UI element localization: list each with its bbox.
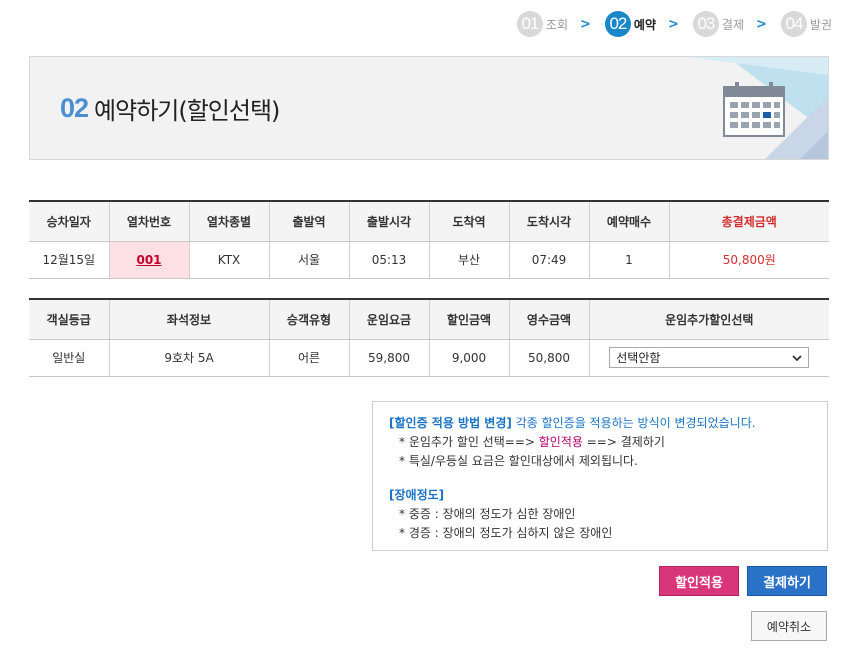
chevron-right-icon: > <box>668 16 679 32</box>
total-amount: 50,800원 <box>669 241 829 279</box>
table-row: 12월15일 001 KTX 서울 05:13 부산 07:49 1 50,80… <box>29 241 829 279</box>
calendar-icon <box>723 82 785 137</box>
passenger-type: 어른 <box>269 339 350 377</box>
notice-text: * 운임추가 할인 선택==> <box>399 435 539 449</box>
pay-button[interactable]: 결제하기 <box>747 566 827 596</box>
step-number: 04 <box>780 11 807 37</box>
column-header: 출발역 <box>269 200 350 242</box>
apply-discount-button[interactable]: 할인적용 <box>659 566 739 596</box>
notice-box: [할인증 적용 방법 변경] 각종 할인증을 적용하는 방식이 변경되었습니다.… <box>372 401 828 551</box>
departure-station: 서울 <box>269 241 350 279</box>
cancel-reservation-button[interactable]: 예약취소 <box>751 611 827 641</box>
notice-line: * 중증 : 장애의 정도가 심한 장애인 <box>399 507 576 521</box>
column-header: 좌석정보 <box>109 298 270 340</box>
additional-discount-select[interactable]: 선택안함 <box>609 347 810 368</box>
notice-highlight: 할인적용 <box>538 435 583 449</box>
step-number: 03 <box>692 11 719 37</box>
arrival-station: 부산 <box>429 241 510 279</box>
page-title-number: 02 <box>60 93 89 123</box>
reservation-table: 승차일자 열차번호 열차종별 출발역 출발시각 도착역 도착시각 예약매수 총결… <box>29 200 829 279</box>
arrival-time: 07:49 <box>509 241 590 279</box>
column-header: 운임요금 <box>349 298 430 340</box>
column-header: 운임추가할인선택 <box>589 298 829 340</box>
notice-heading-text: 각종 할인증을 적용하는 방식이 변경되었습니다. <box>511 416 756 430</box>
notice-heading: [할인증 적용 방법 변경] <box>389 416 512 430</box>
select-value: 선택안함 <box>616 351 661 365</box>
table-header-row: 승차일자 열차번호 열차종별 출발역 출발시각 도착역 도착시각 예약매수 총결… <box>29 200 829 242</box>
step-number: 01 <box>516 11 543 37</box>
fare-table: 객실등급 좌석정보 승객유형 운임요금 할인금액 영수금액 운임추가할인선택 일… <box>29 298 829 377</box>
chevron-right-icon: > <box>580 16 591 32</box>
column-header: 예약매수 <box>589 200 670 242</box>
column-header: 승객유형 <box>269 298 350 340</box>
notice-line: * 운임추가 할인 선택==> 할인적용 ==> 결제하기 <box>389 433 811 452</box>
train-type: KTX <box>189 241 270 279</box>
notice-line: * 경증 : 장애의 정도가 심하지 않은 장애인 <box>399 526 613 540</box>
boarding-date: 12월15일 <box>29 241 110 279</box>
step-label: 조회 <box>545 17 568 32</box>
step-ticketing: 04 발권 <box>780 11 832 37</box>
column-header: 객실등급 <box>29 298 110 340</box>
table-row: 일반실 9호차 5A 어른 59,800 9,000 50,800 선택안함 <box>29 339 829 377</box>
notice-text: ==> 결제하기 <box>582 435 665 449</box>
step-number: 02 <box>604 11 631 37</box>
step-label: 예약 <box>633 17 656 32</box>
discount-amount: 9,000 <box>429 339 510 377</box>
column-header: 열차번호 <box>109 200 190 242</box>
step-reserve: 02 예약 <box>604 11 656 37</box>
departure-time: 05:13 <box>349 241 430 279</box>
chevron-down-icon <box>792 354 802 361</box>
chevron-right-icon: > <box>756 16 767 32</box>
discount-select-cell: 선택안함 <box>589 339 829 377</box>
progress-steps: 01 조회 > 02 예약 > 03 결제 > 04 발권 <box>516 10 832 38</box>
fare-amount: 59,800 <box>349 339 430 377</box>
column-header: 열차종별 <box>189 200 270 242</box>
notice-line: * 특실/우등실 요금은 할인대상에서 제외됩니다. <box>399 454 638 468</box>
column-header: 출발시각 <box>349 200 430 242</box>
column-header: 할인금액 <box>429 298 510 340</box>
notice-line: [할인증 적용 방법 변경] 각종 할인증을 적용하는 방식이 변경되었습니다. <box>389 414 811 433</box>
column-header: 도착역 <box>429 200 510 242</box>
page-title-text: 예약하기(할인선택) <box>94 97 280 125</box>
ticket-count: 1 <box>589 241 670 279</box>
column-header: 승차일자 <box>29 200 110 242</box>
column-header: 영수금액 <box>509 298 590 340</box>
step-label: 결제 <box>721 17 744 32</box>
page-banner: 02 예약하기(할인선택) <box>29 56 829 160</box>
seat-info: 9호차 5A <box>109 339 270 377</box>
step-payment: 03 결제 <box>692 11 744 37</box>
receipt-amount: 50,800 <box>509 339 590 377</box>
seat-class: 일반실 <box>29 339 110 377</box>
column-header-total: 총결제금액 <box>669 200 829 242</box>
notice-spacer <box>389 471 811 486</box>
train-number-cell: 001 <box>109 241 190 279</box>
table-header-row: 객실등급 좌석정보 승객유형 운임요금 할인금액 영수금액 운임추가할인선택 <box>29 298 829 340</box>
notice-heading: [장애정도] <box>389 488 445 502</box>
page-title: 02 예약하기(할인선택) <box>60 91 280 126</box>
step-search: 01 조회 <box>516 11 568 37</box>
train-number-link[interactable]: 001 <box>136 253 161 267</box>
column-header: 도착시각 <box>509 200 590 242</box>
step-label: 발권 <box>809 17 832 32</box>
